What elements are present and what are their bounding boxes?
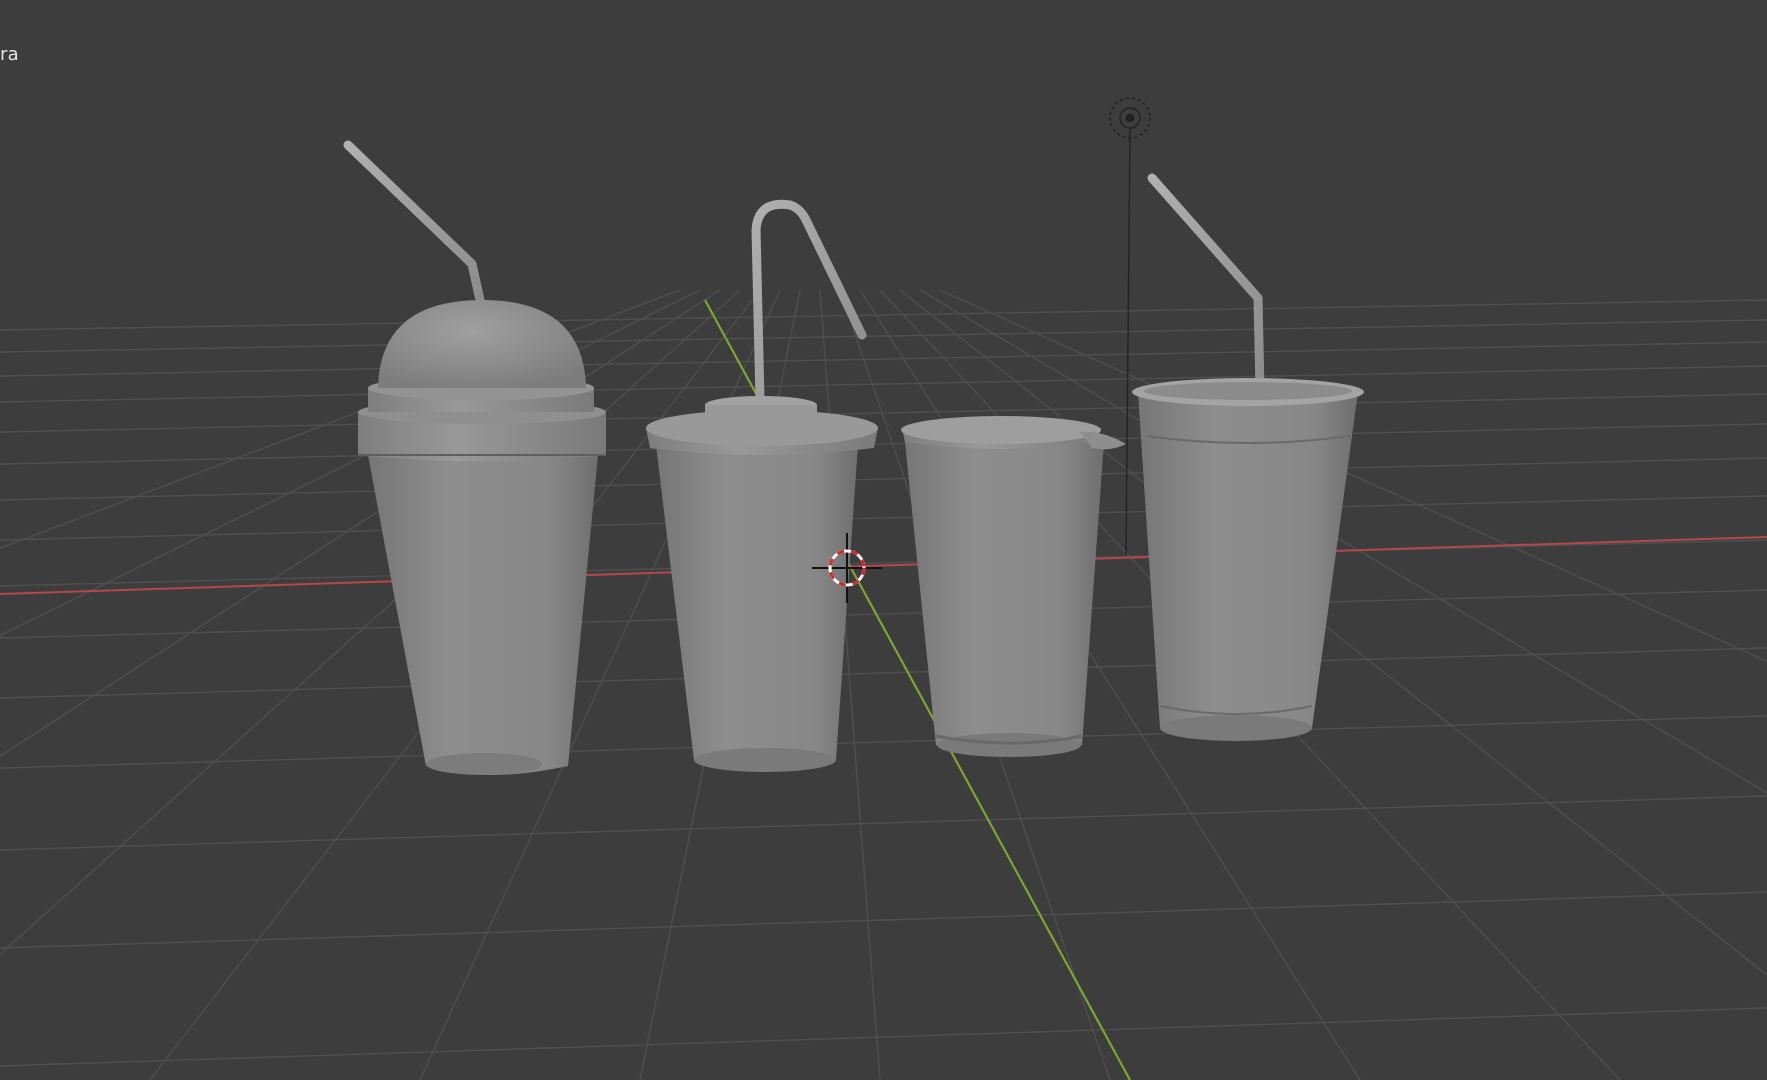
lidded-cup[interactable] [901, 416, 1126, 757]
floor-grid [0, 289, 1767, 1080]
viewport-scene[interactable] [0, 0, 1767, 1080]
light-source-line [1125, 127, 1131, 556]
straw-cup[interactable] [1132, 173, 1364, 741]
3d-viewport[interactable]: ra [0, 0, 1767, 1080]
x-axis-line [0, 536, 1767, 595]
bendy-straw-cup[interactable] [646, 199, 878, 772]
viewport-overlay-label: ra [0, 44, 19, 65]
dome-lid-cup[interactable] [343, 140, 606, 775]
